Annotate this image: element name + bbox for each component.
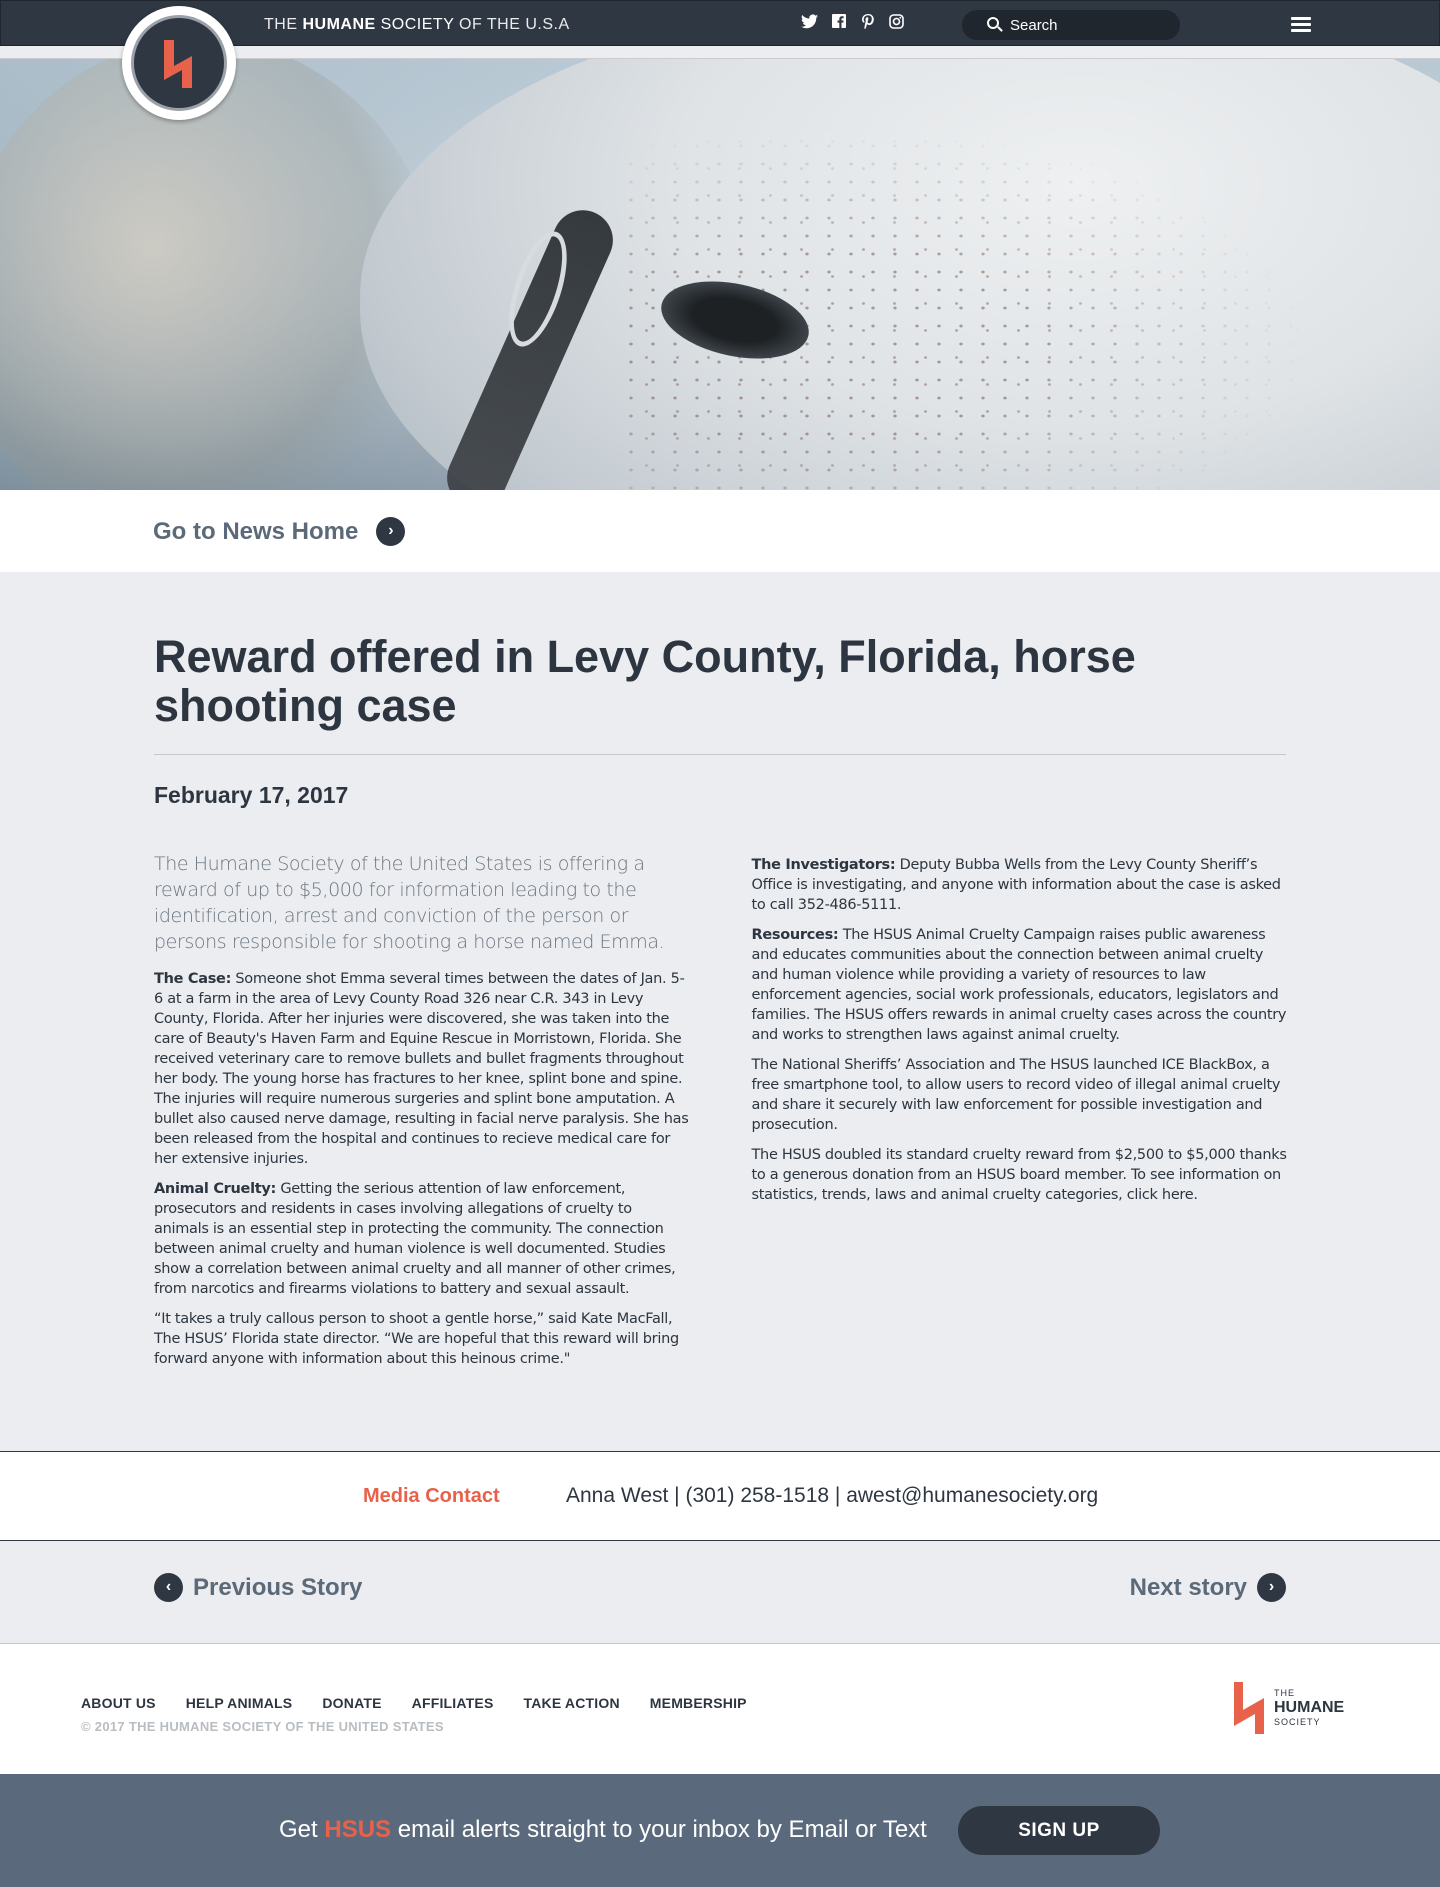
- pinterest-icon[interactable]: [859, 14, 876, 31]
- article: Reward offered in Levy County, Florida, …: [0, 572, 1440, 1439]
- search-box[interactable]: [962, 10, 1180, 40]
- previous-story-link[interactable]: ‹ Previous Story: [154, 1573, 362, 1602]
- go-to-news-home-label: Go to News Home: [153, 517, 359, 545]
- footer-link-affiliates[interactable]: AFFILIATES: [412, 1695, 494, 1711]
- footer-logo[interactable]: THE HUMANE SOCIETY: [1232, 1682, 1344, 1734]
- brand-suffix: OF THE U.S.A: [459, 16, 570, 33]
- article-lead: The Humane Society of the United States …: [154, 853, 665, 953]
- search-icon: [987, 17, 999, 29]
- facebook-icon[interactable]: [830, 14, 847, 31]
- chevron-right-icon: ›: [376, 517, 406, 546]
- brand-prefix: THE: [264, 16, 298, 33]
- footer-logo-line1: THE: [1274, 1688, 1295, 1698]
- brand-strong: HUMANE: [302, 16, 376, 33]
- signup-highlight: HSUS: [324, 1816, 392, 1843]
- paragraph-animal-cruelty: Animal Cruelty: Getting the serious atte…: [154, 1181, 676, 1297]
- instagram-icon[interactable]: [888, 14, 905, 31]
- previous-story-label: Previous Story: [193, 1573, 363, 1601]
- twitter-icon[interactable]: [801, 14, 818, 31]
- media-contact-info: Anna West | (301) 258-1518 | awest@human…: [566, 1484, 1099, 1507]
- humane-society-h-icon: [1234, 1682, 1264, 1734]
- chevron-right-icon: ›: [1257, 1573, 1286, 1602]
- site-brand[interactable]: THE HUMANE SOCIETY OF THE U.S.A: [264, 16, 570, 34]
- footer-link-membership[interactable]: MEMBERSHIP: [650, 1695, 747, 1711]
- footer-logo-line3: SOCIETY: [1274, 1717, 1321, 1727]
- signup-text: Get HSUS email alerts straight to your i…: [279, 1816, 927, 1843]
- email-signup-bar: Get HSUS email alerts straight to your i…: [0, 1774, 1440, 1887]
- footer-link-about-us[interactable]: ABOUT US: [81, 1695, 156, 1711]
- paragraph-the-case: The Case: Someone shot Emma several time…: [154, 971, 689, 1167]
- footer-nav: ABOUT US HELP ANIMALS DONATE AFFILIATES …: [81, 1695, 747, 1711]
- footer: ABOUT US HELP ANIMALS DONATE AFFILIATES …: [0, 1643, 1440, 1774]
- next-story-label: Next story: [1129, 1573, 1247, 1601]
- humane-society-h-icon: [164, 40, 192, 88]
- media-contact-label: Media Contact: [363, 1485, 500, 1507]
- footer-link-help-animals[interactable]: HELP ANIMALS: [186, 1695, 293, 1711]
- hero-image: [0, 58, 1440, 490]
- article-left-column: The Humane Society of the United States …: [154, 851, 690, 1379]
- sign-up-button[interactable]: SIGN UP: [958, 1806, 1160, 1855]
- search-input[interactable]: [1010, 15, 1170, 35]
- footer-link-donate[interactable]: DONATE: [322, 1695, 381, 1711]
- story-navigation: ‹ Previous Story Next story ›: [0, 1541, 1440, 1643]
- article-title: Reward offered in Levy County, Florida, …: [154, 631, 1136, 731]
- copyright: © 2017 THE HUMANE SOCIETY OF THE UNITED …: [81, 1719, 444, 1734]
- article-date: February 17, 2017: [154, 782, 349, 808]
- paragraph-investigators: The Investigators: Deputy Bubba Wells fr…: [751, 857, 1281, 913]
- chevron-left-icon: ‹: [154, 1573, 183, 1602]
- hamburger-menu-icon[interactable]: [1291, 17, 1311, 33]
- title-divider: [154, 754, 1286, 755]
- brand-mid: SOCIETY: [380, 16, 455, 33]
- social-links: [801, 14, 905, 31]
- back-nav: Go to News Home ›: [0, 490, 1440, 572]
- site-logo[interactable]: [122, 6, 236, 120]
- footer-logo-line2: HUMANE: [1274, 1699, 1345, 1716]
- media-contact: Media Contact Anna West | (301) 258-1518…: [0, 1451, 1440, 1541]
- paragraph-reward-doubled: The HSUS doubled its standard cruelty re…: [751, 1147, 1287, 1203]
- go-to-news-home-link[interactable]: Go to News Home ›: [153, 517, 406, 546]
- article-right-column: The Investigators: Deputy Bubba Wells fr…: [752, 851, 1288, 1379]
- footer-link-take-action[interactable]: TAKE ACTION: [523, 1695, 619, 1711]
- next-story-link[interactable]: Next story ›: [1130, 1573, 1286, 1602]
- paragraph-resources: Resources: The HSUS Animal Cruelty Campa…: [751, 927, 1287, 1043]
- paragraph-quote: “It takes a truly callous person to shoo…: [154, 1311, 679, 1367]
- paragraph-ice-blackbox: The National Sheriffs’ Association and T…: [751, 1057, 1281, 1133]
